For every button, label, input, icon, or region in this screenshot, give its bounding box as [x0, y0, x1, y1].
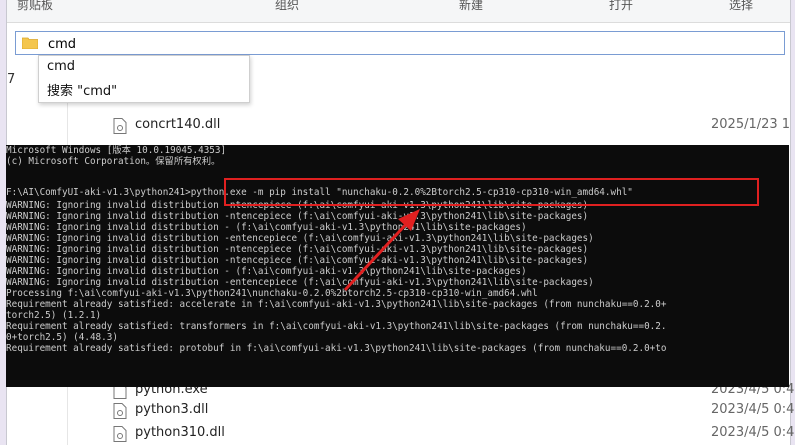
annotation-arrow-icon [343, 209, 420, 292]
